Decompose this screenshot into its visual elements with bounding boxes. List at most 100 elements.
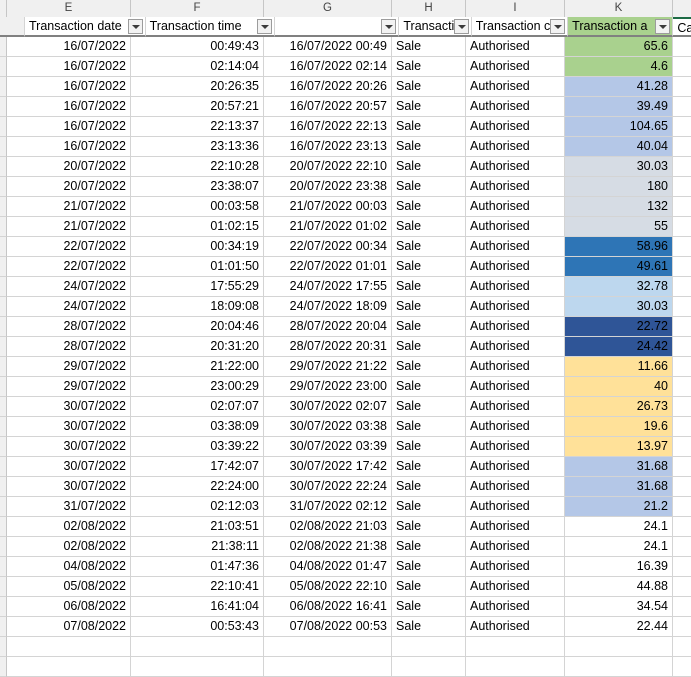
- cell-h[interactable]: Sale: [392, 117, 466, 137]
- cell-h[interactable]: Sale: [392, 77, 466, 97]
- cell-k[interactable]: [565, 657, 673, 677]
- cell-e[interactable]: 31/07/2022: [7, 497, 131, 517]
- cell-e[interactable]: [7, 657, 131, 677]
- cell-g[interactable]: 16/07/2022 22:13: [264, 117, 392, 137]
- cell-g[interactable]: 20/07/2022 23:38: [264, 177, 392, 197]
- cell-f[interactable]: 20:04:46: [131, 317, 264, 337]
- cell-h[interactable]: Sale: [392, 157, 466, 177]
- row-number-stub[interactable]: [0, 617, 7, 637]
- cell-next[interactable]: [673, 157, 691, 177]
- cell-k[interactable]: 34.54: [565, 597, 673, 617]
- cell-k[interactable]: 30.03: [565, 157, 673, 177]
- column-header-k[interactable]: K: [565, 0, 673, 17]
- cell-h[interactable]: Sale: [392, 97, 466, 117]
- cell-g[interactable]: 30/07/2022 22:24: [264, 477, 392, 497]
- cell-k[interactable]: 24.1: [565, 517, 673, 537]
- cell-f[interactable]: 16:41:04: [131, 597, 264, 617]
- cell-k[interactable]: 24.1: [565, 537, 673, 557]
- row-number-stub[interactable]: [0, 497, 7, 517]
- cell-f[interactable]: 23:38:07: [131, 177, 264, 197]
- cell-g[interactable]: [264, 637, 392, 657]
- cell-k[interactable]: 4.6: [565, 57, 673, 77]
- row-number-stub[interactable]: [0, 177, 7, 197]
- table-row[interactable]: 04/08/2022 01:47:36 04/08/2022 01:47 Sale Au…: [0, 557, 691, 577]
- cell-next[interactable]: [673, 457, 691, 477]
- cell-f[interactable]: 18:09:08: [131, 297, 264, 317]
- cell-e[interactable]: 24/07/2022: [7, 277, 131, 297]
- header-cell-g[interactable]: [274, 17, 400, 37]
- column-header-f[interactable]: F: [131, 0, 264, 17]
- cell-i[interactable]: Authorised: [466, 297, 565, 317]
- row-number-stub[interactable]: [0, 217, 7, 237]
- cell-f[interactable]: 21:03:51: [131, 517, 264, 537]
- row-number-stub[interactable]: [0, 197, 7, 217]
- cell-h[interactable]: Sale: [392, 437, 466, 457]
- header-cell-i[interactable]: Transaction c: [471, 17, 569, 37]
- cell-g[interactable]: 24/07/2022 18:09: [264, 297, 392, 317]
- cell-next[interactable]: [673, 237, 691, 257]
- cell-next[interactable]: [673, 97, 691, 117]
- cell-g[interactable]: 16/07/2022 20:26: [264, 77, 392, 97]
- cell-f[interactable]: [131, 657, 264, 677]
- cell-i[interactable]: Authorised: [466, 177, 565, 197]
- cell-i[interactable]: Authorised: [466, 97, 565, 117]
- row-number-stub[interactable]: [0, 357, 7, 377]
- cell-i[interactable]: Authorised: [466, 537, 565, 557]
- cell-f[interactable]: 22:13:37: [131, 117, 264, 137]
- cell-next[interactable]: [673, 657, 691, 677]
- cell-k[interactable]: 22.72: [565, 317, 673, 337]
- cell-f[interactable]: 17:42:07: [131, 457, 264, 477]
- cell-e[interactable]: 16/07/2022: [7, 37, 131, 57]
- cell-g[interactable]: 22/07/2022 00:34: [264, 237, 392, 257]
- cell-f[interactable]: 21:38:11: [131, 537, 264, 557]
- column-header-i[interactable]: I: [466, 0, 565, 17]
- cell-next[interactable]: [673, 337, 691, 357]
- cell-i[interactable]: Authorised: [466, 417, 565, 437]
- cell-e[interactable]: 20/07/2022: [7, 157, 131, 177]
- cell-g[interactable]: 30/07/2022 02:07: [264, 397, 392, 417]
- cell-f[interactable]: 23:00:29: [131, 377, 264, 397]
- row-number-stub[interactable]: [0, 317, 7, 337]
- cell-i[interactable]: Authorised: [466, 437, 565, 457]
- cell-h[interactable]: Sale: [392, 597, 466, 617]
- filter-dropdown-icon-g[interactable]: [381, 19, 397, 34]
- cell-next[interactable]: [673, 137, 691, 157]
- cell-h[interactable]: Sale: [392, 417, 466, 437]
- cell-k[interactable]: 41.28: [565, 77, 673, 97]
- cell-f[interactable]: 00:34:19: [131, 237, 264, 257]
- table-row[interactable]: 16/07/2022 00:49:43 16/07/2022 00:49 Sale Au…: [0, 37, 691, 57]
- table-row[interactable]: 30/07/2022 03:39:22 30/07/2022 03:39 Sale Au…: [0, 437, 691, 457]
- cell-e[interactable]: 16/07/2022: [7, 137, 131, 157]
- cell-f[interactable]: 20:57:21: [131, 97, 264, 117]
- row-number-stub[interactable]: [0, 437, 7, 457]
- cell-next[interactable]: [673, 357, 691, 377]
- cell-f[interactable]: 00:49:43: [131, 37, 264, 57]
- cell-i[interactable]: Authorised: [466, 277, 565, 297]
- cell-next[interactable]: [673, 417, 691, 437]
- cell-i[interactable]: [466, 637, 565, 657]
- table-row[interactable]: 20/07/2022 22:10:28 20/07/2022 22:10 Sale Au…: [0, 157, 691, 177]
- cell-next[interactable]: [673, 637, 691, 657]
- cell-i[interactable]: Authorised: [466, 257, 565, 277]
- table-row[interactable]: 16/07/2022 20:26:35 16/07/2022 20:26 Sale Au…: [0, 77, 691, 97]
- cell-next[interactable]: [673, 217, 691, 237]
- row-number-stub[interactable]: [0, 297, 7, 317]
- row-number-stub[interactable]: [0, 557, 7, 577]
- cell-g[interactable]: 28/07/2022 20:04: [264, 317, 392, 337]
- cell-next[interactable]: [673, 497, 691, 517]
- cell-i[interactable]: Authorised: [466, 57, 565, 77]
- cell-next[interactable]: [673, 477, 691, 497]
- table-row[interactable]: 21/07/2022 00:03:58 21/07/2022 00:03 Sale Au…: [0, 197, 691, 217]
- row-number-stub[interactable]: [0, 257, 7, 277]
- cell-k[interactable]: 55: [565, 217, 673, 237]
- filter-dropdown-icon-h[interactable]: [453, 19, 469, 34]
- row-number-stub[interactable]: [0, 657, 7, 677]
- cell-next[interactable]: [673, 537, 691, 557]
- cell-next[interactable]: [673, 37, 691, 57]
- row-number-stub[interactable]: [0, 157, 7, 177]
- cell-next[interactable]: [673, 577, 691, 597]
- cell-f[interactable]: 03:38:09: [131, 417, 264, 437]
- cell-f[interactable]: 17:55:29: [131, 277, 264, 297]
- cell-next[interactable]: [673, 397, 691, 417]
- cell-g[interactable]: 02/08/2022 21:38: [264, 537, 392, 557]
